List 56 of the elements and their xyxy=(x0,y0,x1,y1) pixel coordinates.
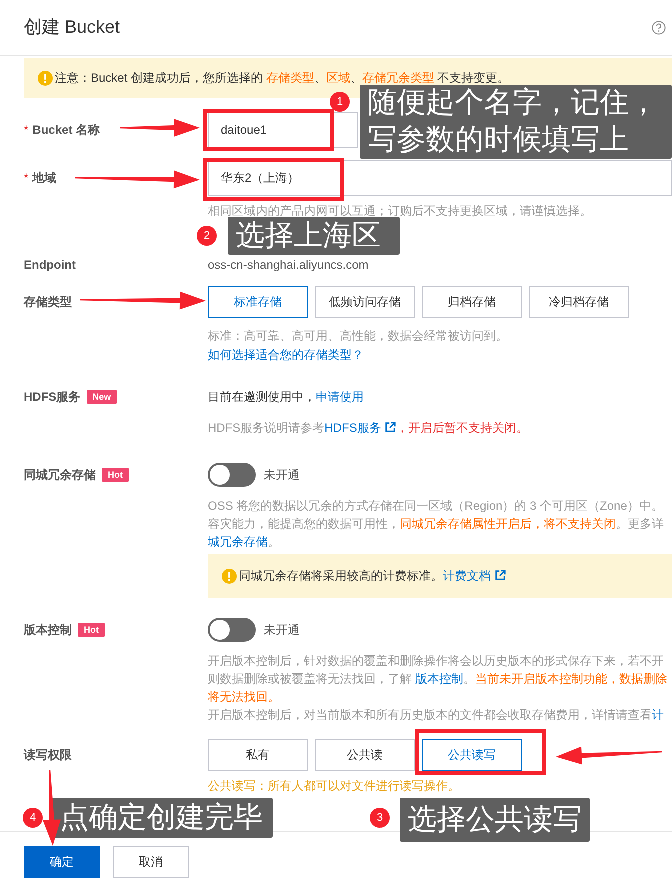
option-button[interactable]: 标准存储 xyxy=(208,286,308,318)
description-text: 则数据删除或被覆盖将无法找回，了解 版本控制。当前未开启版本控制功能，数据删除 xyxy=(208,671,668,688)
badge: Hot xyxy=(102,468,129,482)
callout-text: 随便起个名字，记住，写参数的时候填写上 xyxy=(360,85,672,159)
field-label: Endpoint xyxy=(24,257,76,274)
description-text: 将无法找回。 xyxy=(208,689,281,706)
description-text: 容灾能力，能提高您的数据可用性，同城冗余存储属性开启后，将不支持关闭。更多详 xyxy=(208,516,665,533)
description-text: HDFS服务说明请参考HDFS服务 ，开启后暂不支持关闭。 xyxy=(208,420,530,437)
endpoint-value: oss-cn-shanghai.aliyuncs.com xyxy=(208,257,369,274)
hint-text: 公共读写：所有人都可以对文件进行读写操作。 xyxy=(208,778,461,795)
description-text: OSS 将您的数据以冗余的方式存储在同一区域（Region）的 3 个可用区（Zone）中。 xyxy=(208,498,664,515)
required-mark: * xyxy=(24,122,29,139)
link[interactable]: 计 xyxy=(652,708,664,722)
dialog-title: 创建 Bucket xyxy=(24,16,120,39)
field-label: Bucket 名称 xyxy=(32,122,100,139)
option-button[interactable]: 低频访问存储 xyxy=(315,286,415,318)
link[interactable]: 申请使用 xyxy=(316,390,364,404)
description-text: 目前在邀测使用中，申请使用 xyxy=(208,389,364,406)
badge: New xyxy=(86,390,118,404)
input-field[interactable]: daitoue1 xyxy=(208,112,358,148)
callout-text: 点确定创建完毕 xyxy=(52,798,273,838)
option-button[interactable]: 冷归档存储 xyxy=(529,286,629,318)
hint-text: 相同区域内的产品内网可以互通；订购后不支持更换区域，请谨慎选择。 xyxy=(208,203,593,220)
link[interactable]: HDFS服务 xyxy=(324,421,382,435)
field-label: 地域 xyxy=(32,170,57,187)
description-text: 开启版本控制后，针对数据的覆盖和删除操作将会以历史版本的形式保存下来，若不开 xyxy=(208,653,665,670)
field-label: 存储类型 xyxy=(24,294,72,311)
link[interactable]: 城冗余存储 xyxy=(208,535,268,549)
option-button[interactable]: 公共读 xyxy=(315,739,415,771)
callout-text: 选择公共读写 xyxy=(400,798,590,842)
step-badge: 3 xyxy=(370,808,390,828)
region-select[interactable]: 华东2（上海） xyxy=(208,160,672,196)
option-button[interactable]: 归档存储 xyxy=(422,286,522,318)
field-label: 读写权限 xyxy=(24,747,72,764)
step-badge: 2 xyxy=(197,226,217,246)
field-label: 版本控制 xyxy=(24,622,72,639)
link[interactable]: 计费文档 xyxy=(443,569,491,583)
option-button[interactable]: 公共读写 xyxy=(422,739,522,771)
toggle-state: 未开通 xyxy=(264,622,300,639)
description-text: 开启版本控制后，对当前版本和所有历史版本的文件都会收取存储费用，详情请查看计 xyxy=(208,707,665,724)
description-text: 城冗余存储。 xyxy=(208,534,281,551)
description-text: 同城冗余存储将采用较高的计费标准。计费文档 xyxy=(239,567,506,585)
cancel-button[interactable]: 取消 xyxy=(113,846,189,878)
description-text: 注意：Bucket 创建成功后，您所选择的 存储类型、区域、存储冗余类型 不支持变更。 xyxy=(55,70,510,87)
hint-text: 标准：高可靠、高可用、高性能，数据会经常被访问到。 xyxy=(208,328,509,345)
field-label: HDFS服务 xyxy=(24,389,81,406)
callout-text: 选择上海区 xyxy=(228,217,400,255)
option-button[interactable]: 私有 xyxy=(208,739,308,771)
badge: Hot xyxy=(78,623,105,637)
field-label: 同城冗余存储 xyxy=(24,467,96,484)
confirm-button[interactable]: 确定 xyxy=(24,846,100,878)
link[interactable]: 版本控制 xyxy=(415,672,464,686)
required-mark: * xyxy=(24,170,29,187)
step-badge: 4 xyxy=(23,808,43,828)
toggle-state: 未开通 xyxy=(264,467,300,484)
help-link[interactable]: 如何选择适合您的存储类型？ xyxy=(208,346,364,365)
